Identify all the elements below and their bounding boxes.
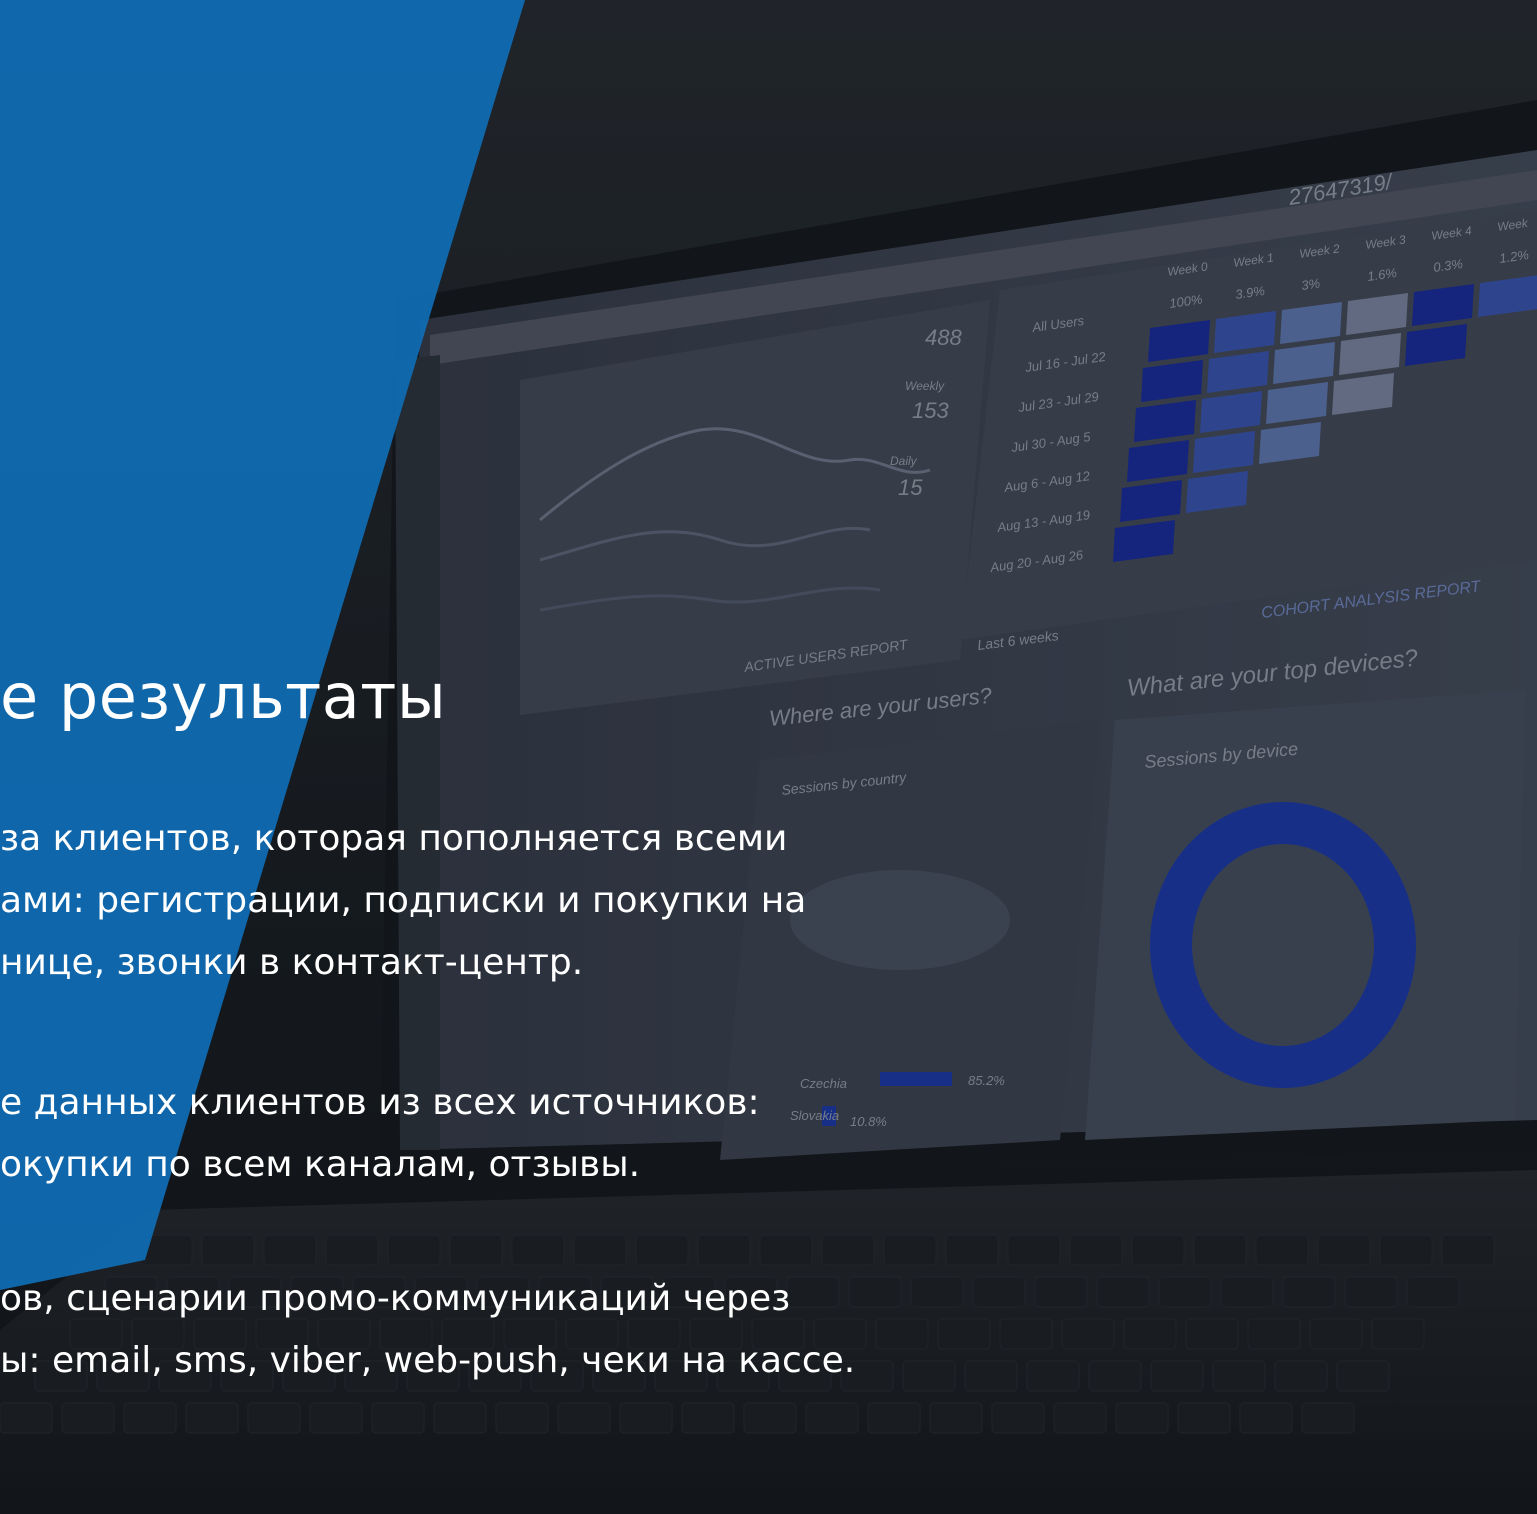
paragraph-1-line-1: за клиентов, которая пополняется всеми [0, 818, 788, 859]
paragraph-2-line-1: е данных клиентов из всех источников: [0, 1082, 760, 1123]
paragraph-1-line-2: ами: регистрации, подписки и покупки на [0, 880, 807, 921]
paragraph-2-line-2: окупки по всем каналам, отзывы. [0, 1144, 641, 1185]
paragraph-1-line-3: нице, звонки в контакт-центр. [0, 942, 584, 983]
slide: 27647319/ 488 153 15 Weekly Daily ACTIVE… [0, 0, 1537, 1514]
slide-title: е результаты [0, 660, 447, 733]
paragraph-3-line-1: ов, сценарии промо-коммуникаций через [0, 1278, 791, 1319]
paragraph-3-line-2: ы: email, sms, viber, web-push, чеки на … [0, 1340, 856, 1381]
